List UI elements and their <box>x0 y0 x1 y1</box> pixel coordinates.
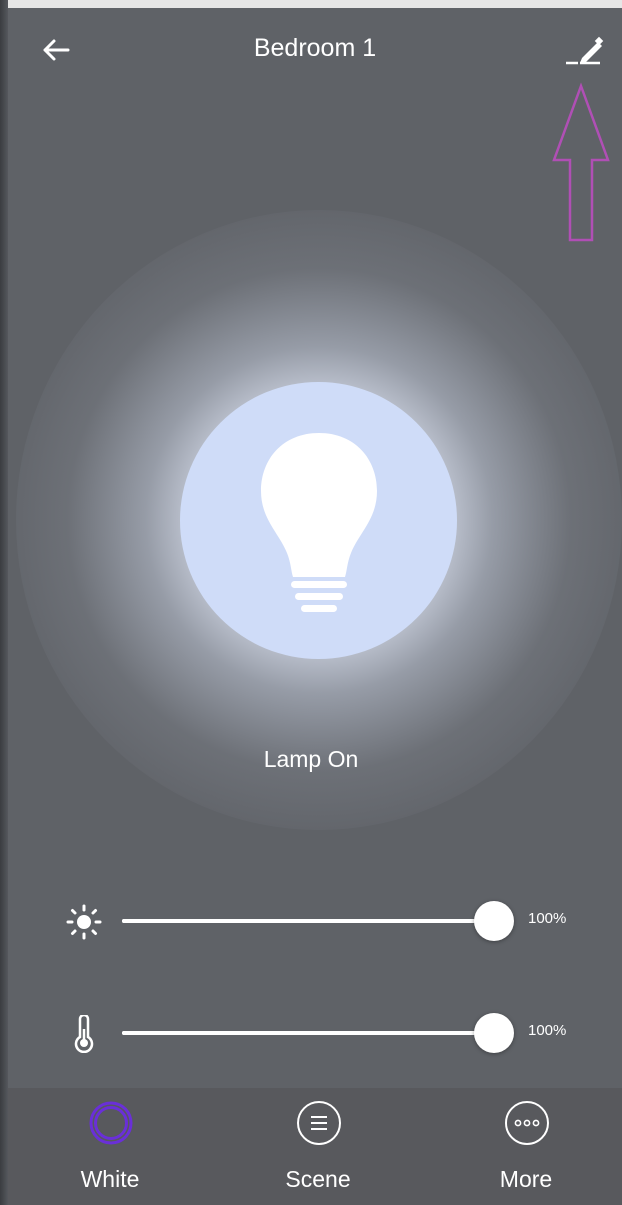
lamp-status-label: Lamp On <box>263 746 359 772</box>
window-top-edge <box>0 0 622 8</box>
temperature-slider-thumb[interactable] <box>474 1013 514 1053</box>
app-screen: Bedroom 1 Lamp On 100% 100% White Scene … <box>0 0 622 1205</box>
pencil-edit-icon <box>566 36 604 65</box>
temperature-value: 100% <box>528 1022 567 1039</box>
brightness-value: 100% <box>528 910 567 927</box>
nav-item-more[interactable]: More <box>456 1088 596 1205</box>
menu-lines-icon <box>297 1101 341 1145</box>
brightness-slider[interactable] <box>122 901 514 941</box>
temperature-slider-fill <box>122 1031 494 1035</box>
brightness-slider-row: 100% <box>60 890 600 950</box>
edit-button[interactable] <box>560 30 606 70</box>
nav-item-white[interactable]: White <box>40 1088 180 1205</box>
temperature-slider-row: 100% <box>60 1002 600 1062</box>
thermometer-icon <box>64 1014 104 1054</box>
sun-icon <box>64 902 104 942</box>
nav-label-white: White <box>80 1166 140 1192</box>
dots-icon <box>505 1101 549 1145</box>
temperature-slider[interactable] <box>122 1013 514 1053</box>
nav-label-scene: Scene <box>285 1166 351 1192</box>
nav-label-more: More <box>499 1166 553 1192</box>
light-bulb-icon <box>260 432 377 612</box>
lamp-toggle-button[interactable] <box>180 382 457 659</box>
ring-icon <box>89 1101 133 1145</box>
page-title: Bedroom 1 <box>253 34 377 62</box>
bottom-nav: White Scene More <box>8 1088 622 1205</box>
annotation-up-arrow <box>552 82 610 242</box>
brightness-slider-fill <box>122 919 494 923</box>
window-left-edge <box>0 0 8 1205</box>
header-bar: Bedroom 1 <box>8 8 622 88</box>
brightness-slider-thumb[interactable] <box>474 901 514 941</box>
nav-item-scene[interactable]: Scene <box>248 1088 388 1205</box>
